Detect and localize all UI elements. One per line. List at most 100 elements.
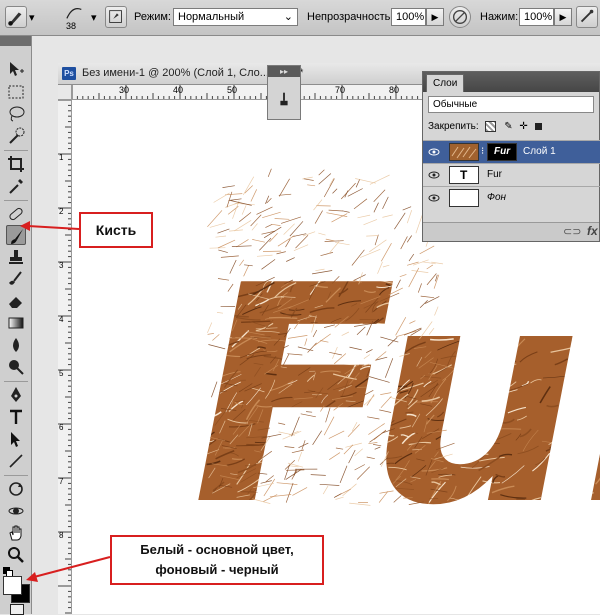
ruler-left-label: 4 bbox=[59, 315, 63, 324]
eye-icon[interactable] bbox=[428, 192, 440, 204]
lock-all-icon[interactable] bbox=[535, 123, 542, 130]
3d-rotate-tool-icon[interactable] bbox=[6, 479, 26, 499]
eye-icon[interactable] bbox=[428, 146, 440, 158]
pressure-opacity-toggle[interactable] bbox=[449, 6, 471, 28]
collapsed-panel-strip[interactable]: ▸▸ bbox=[267, 65, 301, 120]
path-selection-tool-icon[interactable] bbox=[6, 429, 26, 449]
quick-selection-tool-icon[interactable] bbox=[6, 126, 26, 146]
type-layer-icon: T bbox=[460, 168, 467, 182]
mask-text: Fur bbox=[494, 146, 510, 157]
flow-input[interactable]: 100% bbox=[519, 8, 554, 26]
brush-size-picker[interactable]: 38 bbox=[62, 4, 88, 32]
lock-label: Закрепить: bbox=[428, 121, 479, 132]
brush-tool-icon[interactable] bbox=[6, 225, 26, 245]
healing-brush-tool-icon[interactable] bbox=[6, 204, 26, 224]
ruler-top-label: 80 bbox=[389, 85, 399, 95]
collapse-arrows-icon[interactable]: ▸▸ bbox=[268, 66, 300, 77]
chain-link-icon[interactable]: ⁝ bbox=[481, 146, 484, 157]
ruler-top-label: 50 bbox=[227, 85, 237, 95]
history-brush-tool-icon[interactable] bbox=[6, 269, 26, 289]
brush-size-value: 38 bbox=[66, 21, 76, 31]
mode-label: Режим: bbox=[134, 11, 171, 23]
lock-position-icon[interactable]: ✛ bbox=[519, 121, 527, 132]
link-layers-icon[interactable]: ⊂⊃ bbox=[563, 225, 581, 238]
flow-value: 100% bbox=[524, 11, 552, 23]
ruler-left-label: 2 bbox=[59, 207, 63, 216]
zoom-tool-icon[interactable] bbox=[6, 545, 26, 565]
quick-mask-icon[interactable] bbox=[10, 604, 24, 615]
hand-tool-icon[interactable] bbox=[6, 523, 26, 543]
lock-pixels-icon[interactable]: ✎ bbox=[504, 121, 512, 132]
clone-stamp-tool-icon[interactable] bbox=[6, 247, 26, 267]
foreground-color-swatch[interactable] bbox=[3, 576, 22, 595]
brush-panel-icon bbox=[106, 7, 126, 27]
line-tool-icon[interactable] bbox=[6, 451, 26, 471]
blend-mode-select[interactable]: Обычные bbox=[428, 96, 594, 113]
ruler-top-label: 30 bbox=[119, 85, 129, 95]
brush-stroke-icon bbox=[62, 4, 88, 22]
options-bar: ▾ 38 ▾ Режим: Нормальный ⌄ Непрозрачност… bbox=[0, 0, 600, 36]
layer-row[interactable]: T Fur bbox=[423, 163, 600, 186]
ruler-corner bbox=[58, 85, 72, 100]
layer-thumbnail: T bbox=[449, 166, 479, 184]
flow-label: Нажим: bbox=[480, 11, 518, 23]
ruler-top-label: 70 bbox=[335, 85, 345, 95]
layer-row[interactable]: ⁝ Fur Слой 1 bbox=[423, 140, 600, 163]
colors-callout: Белый - основной цвет, фоновый - черный bbox=[110, 535, 324, 585]
brush-callout-text: Кисть bbox=[96, 222, 136, 238]
triangle-right-icon: ▶ bbox=[560, 12, 567, 22]
toolbar-grip[interactable] bbox=[0, 36, 31, 46]
colors-callout-line2: фоновый - черный bbox=[112, 560, 322, 580]
tools-panel bbox=[0, 36, 32, 614]
opacity-input[interactable]: 100% bbox=[391, 8, 426, 26]
gradient-tool-icon[interactable] bbox=[6, 313, 26, 333]
brush-callout: Кисть bbox=[79, 212, 153, 248]
chevron-down-icon[interactable]: ▾ bbox=[91, 11, 97, 24]
eye-icon[interactable] bbox=[428, 169, 440, 181]
crop-tool-icon[interactable] bbox=[6, 154, 26, 174]
layer-name: Слой 1 bbox=[523, 146, 556, 157]
ruler-left-label: 5 bbox=[59, 369, 63, 378]
pressure-icon bbox=[450, 7, 470, 27]
lock-row: Закрепить: ✎ ✛ bbox=[428, 121, 542, 132]
dodge-tool-icon[interactable] bbox=[6, 357, 26, 377]
default-colors-icon[interactable] bbox=[3, 567, 12, 576]
fur-thumbnail-icon bbox=[450, 144, 478, 160]
layer-row[interactable]: Фон bbox=[423, 186, 600, 209]
opacity-label: Непрозрачность: bbox=[307, 11, 393, 23]
layer-thumbnail bbox=[449, 189, 479, 207]
lasso-tool-icon[interactable] bbox=[6, 104, 26, 124]
blur-tool-icon[interactable] bbox=[6, 335, 26, 355]
marquee-tool-icon[interactable] bbox=[6, 82, 26, 102]
brush-panel-toggle[interactable] bbox=[105, 6, 127, 28]
eraser-tool-icon[interactable] bbox=[6, 291, 26, 311]
layer-name: Fur bbox=[487, 169, 502, 180]
move-tool-icon[interactable] bbox=[6, 59, 26, 79]
chevron-down-icon[interactable]: ▾ bbox=[29, 11, 35, 24]
layers-tab[interactable]: Слои bbox=[426, 74, 464, 92]
type-tool-icon[interactable] bbox=[6, 407, 26, 427]
layer-name: Фон bbox=[487, 192, 506, 203]
3d-orbit-tool-icon[interactable] bbox=[6, 501, 26, 521]
mode-select[interactable]: Нормальный ⌄ bbox=[173, 8, 298, 26]
ruler-left[interactable]: 1 2 3 4 5 6 7 8 bbox=[58, 100, 72, 614]
ps-logo-icon: Ps bbox=[62, 67, 76, 80]
lock-transparency-icon[interactable] bbox=[485, 121, 496, 132]
brush-presets-icon[interactable] bbox=[275, 90, 293, 108]
opacity-slider-button[interactable]: ▶ bbox=[426, 8, 444, 26]
airbrush-icon bbox=[577, 7, 597, 27]
airbrush-toggle[interactable] bbox=[576, 6, 598, 28]
layers-panel-header: Слои bbox=[423, 72, 599, 92]
eyedropper-tool-icon[interactable] bbox=[6, 176, 26, 196]
ruler-left-label: 7 bbox=[59, 477, 63, 486]
layers-panel: Слои Обычные Закрепить: ✎ ✛ ⁝ Fur Слой 1… bbox=[422, 71, 600, 242]
colors-callout-line1: Белый - основной цвет, bbox=[112, 540, 322, 560]
triangle-right-icon: ▶ bbox=[432, 12, 439, 22]
brush-preset-icon[interactable] bbox=[5, 6, 27, 28]
flow-slider-button[interactable]: ▶ bbox=[554, 8, 572, 26]
pen-tool-icon[interactable] bbox=[6, 385, 26, 405]
layer-thumbnail bbox=[449, 143, 479, 161]
layer-mask-thumbnail[interactable]: Fur bbox=[487, 143, 517, 161]
mode-value: Нормальный bbox=[178, 11, 244, 23]
fx-icon[interactable]: fx bbox=[587, 224, 598, 238]
